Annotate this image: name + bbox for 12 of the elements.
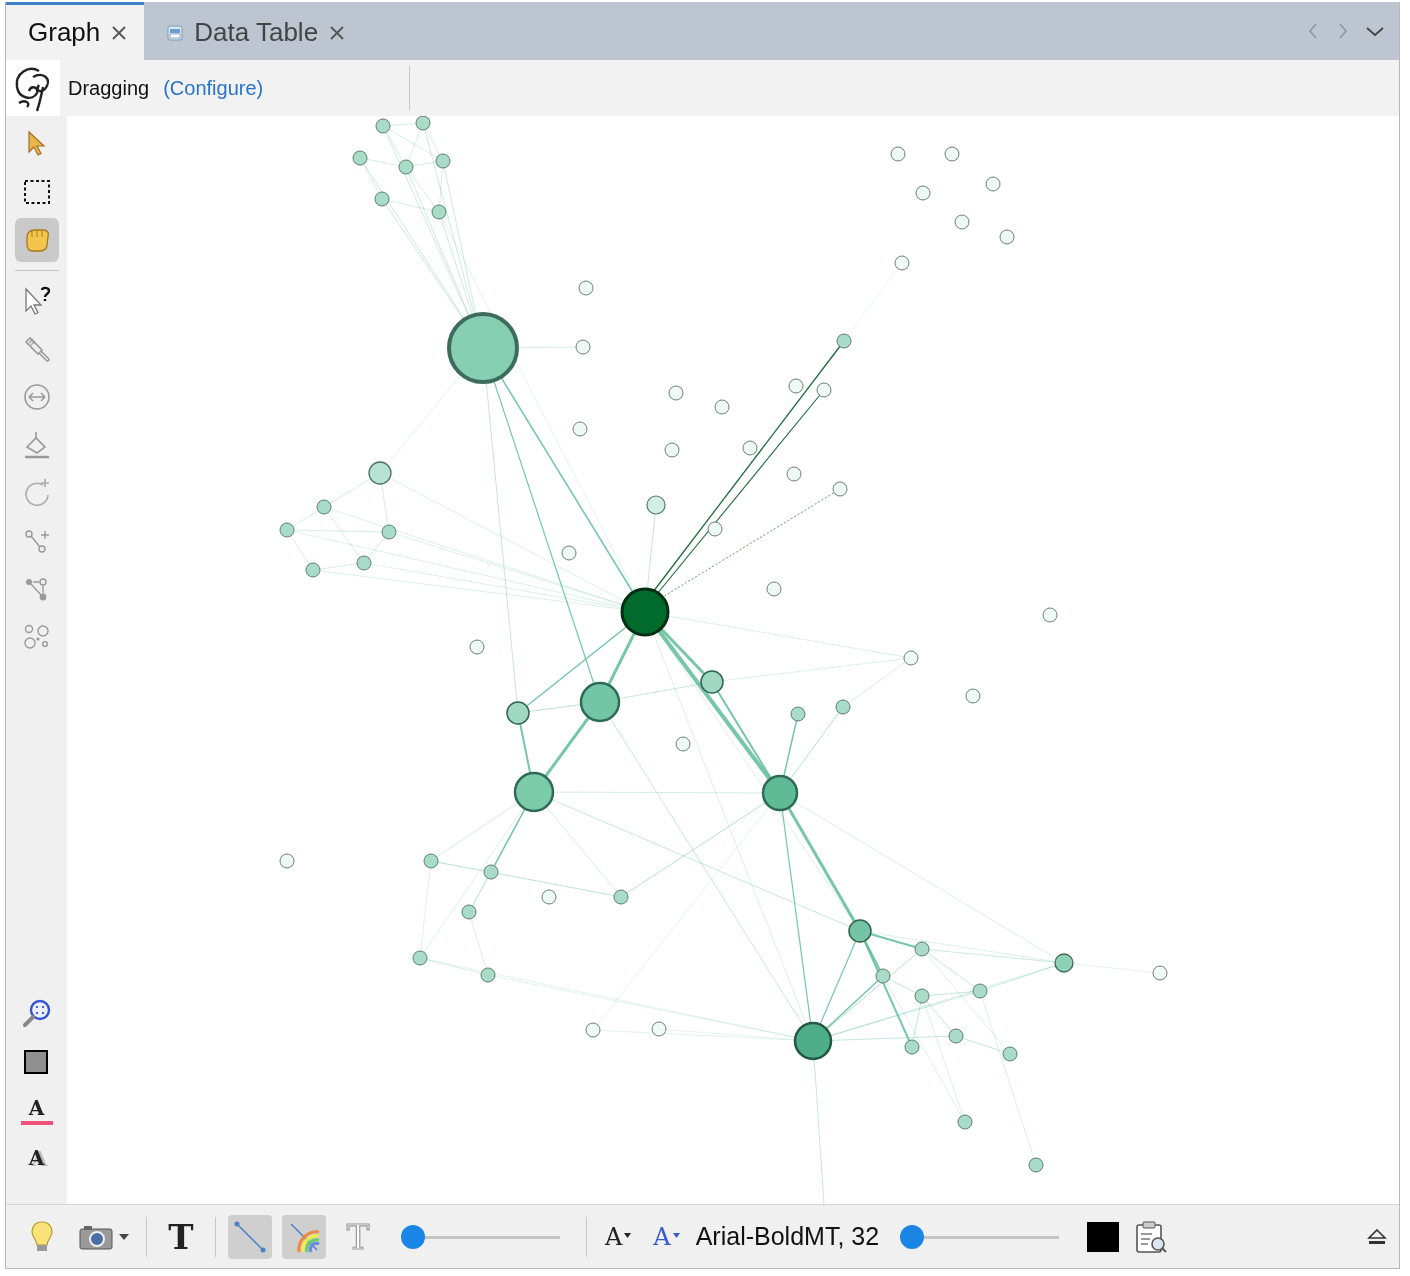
label-size-button[interactable]: A xyxy=(14,1136,59,1180)
tab[interactable]: Graph xyxy=(6,2,145,60)
tab[interactable]: Data Table xyxy=(144,2,363,60)
tab-label: Data Table xyxy=(194,17,319,48)
tab-label: Graph xyxy=(28,17,101,48)
font-name-label: Arial-BoldMT, 32 xyxy=(695,1222,880,1251)
font-size-button[interactable]: A xyxy=(599,1222,638,1251)
font-color-button[interactable]: A xyxy=(647,1222,686,1251)
label-color-button[interactable]: A xyxy=(14,1088,59,1132)
configure-link[interactable]: (Configure) xyxy=(163,76,264,100)
mode-label: Dragging xyxy=(68,76,150,100)
label-toggle-button[interactable]: T xyxy=(159,1214,203,1259)
